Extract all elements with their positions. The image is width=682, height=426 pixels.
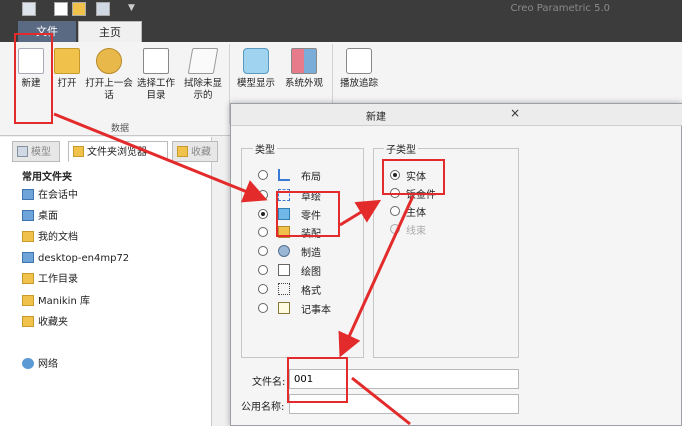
- nav-item-network[interactable]: 网络: [22, 356, 58, 374]
- quick-new-icon[interactable]: [54, 2, 68, 16]
- layout-icon: [278, 169, 290, 181]
- type-radio-notebook[interactable]: [258, 303, 268, 313]
- erase-not-displayed-button[interactable]: 拭除未显示的: [181, 46, 225, 102]
- system-appearance-label: 系统外观: [284, 78, 323, 89]
- type-radio-format[interactable]: [258, 284, 268, 294]
- type-legend: 类型: [253, 141, 277, 156]
- model-display-icon: [243, 48, 269, 74]
- subtype-label-harness: 线束: [406, 226, 426, 237]
- favorites-icon: [22, 316, 34, 327]
- type-label-manufacturing: 制造: [301, 248, 321, 259]
- folder-icon: [22, 273, 34, 284]
- play-trail-icon: [346, 48, 372, 74]
- type-radio-layout[interactable]: [258, 170, 268, 180]
- filename-label: 文件名:: [252, 377, 286, 388]
- folder-browser-icon: [73, 146, 84, 157]
- subtype-radio-bulk[interactable]: [390, 206, 400, 216]
- nav-item-in-session[interactable]: 在会话中: [22, 187, 78, 205]
- erase-not-displayed-label: 拭除未显示的: [183, 78, 222, 101]
- annotation-highlight-part: [276, 191, 340, 237]
- app-logo-icon[interactable]: [22, 2, 36, 16]
- app-title: Creo Parametric 5.0: [510, 3, 610, 14]
- desktop-icon: [22, 210, 34, 221]
- tab-favorites[interactable]: 收藏: [172, 141, 218, 162]
- nav-item-my-documents[interactable]: 我的文档: [22, 229, 78, 247]
- common-name-label: 公用名称:: [241, 402, 285, 413]
- folder-icon: [22, 295, 34, 306]
- subtype-label-bulk: 主体: [406, 208, 426, 219]
- tab-folder-browser[interactable]: 文件夹浏览器: [68, 141, 168, 162]
- common-folders-heading: 常用文件夹: [22, 172, 72, 183]
- select-working-directory-label: 选择工作目录: [136, 78, 175, 101]
- navigator-tabs: 模型 文件夹浏览器 收藏: [12, 141, 218, 162]
- tab-home[interactable]: 主页: [78, 21, 142, 42]
- favorites-tab-icon: [177, 146, 188, 157]
- system-appearance-button[interactable]: 系统外观: [281, 46, 327, 90]
- quick-access-dropdown-icon[interactable]: ▼: [128, 3, 135, 13]
- type-radio-drawing[interactable]: [258, 265, 268, 275]
- open-button[interactable]: 打开: [52, 46, 82, 90]
- format-icon: [278, 283, 290, 295]
- working-directory-icon: [143, 48, 169, 74]
- manufacturing-icon: [278, 245, 290, 257]
- nav-item-desktop[interactable]: 桌面: [22, 208, 58, 226]
- type-radio-sketch[interactable]: [258, 190, 268, 200]
- nav-item-computer[interactable]: desktop-en4mp72: [22, 250, 129, 268]
- open-folder-icon: [54, 48, 80, 74]
- session-icon: [22, 189, 34, 200]
- computer-icon: [22, 252, 34, 263]
- type-label-format: 格式: [301, 286, 321, 297]
- nav-item-manikin-library[interactable]: Manikin 库: [22, 293, 90, 311]
- notebook-icon: [278, 302, 290, 314]
- open-last-session-button[interactable]: 打开上一会话: [85, 46, 133, 102]
- nav-item-favorites[interactable]: 收藏夹: [22, 314, 68, 332]
- type-label-drawing: 绘图: [301, 267, 321, 278]
- annotation-highlight-solid: [382, 159, 445, 195]
- tab-model-tree[interactable]: 模型: [12, 141, 60, 162]
- play-trail-button[interactable]: 播放追踪: [336, 46, 382, 90]
- model-tree-icon: [17, 146, 28, 157]
- type-label-layout: 布局: [301, 172, 321, 183]
- quick-open-icon[interactable]: [72, 2, 86, 16]
- dialog-close-button[interactable]: ×: [510, 106, 520, 120]
- documents-icon: [22, 231, 34, 242]
- dialog-title: 新建: [366, 112, 386, 123]
- subtype-radio-harness: [390, 224, 400, 234]
- annotation-highlight-filename: [287, 357, 348, 403]
- ribbon-group-label: 数据: [111, 124, 130, 134]
- play-trail-label: 播放追踪: [339, 78, 378, 89]
- network-icon: [22, 358, 34, 369]
- subtype-legend: 子类型: [384, 141, 418, 156]
- open-last-session-label: 打开上一会话: [85, 78, 133, 101]
- open-button-label: 打开: [57, 78, 77, 89]
- nav-item-working-directory[interactable]: 工作目录: [22, 271, 78, 289]
- open-last-session-icon: [96, 48, 122, 74]
- type-label-notebook: 记事本: [301, 305, 331, 316]
- annotation-highlight-new: [14, 33, 53, 124]
- type-radio-manufacturing[interactable]: [258, 246, 268, 256]
- dialog-title-bar: [231, 104, 682, 126]
- type-radio-assembly[interactable]: [258, 227, 268, 237]
- type-radio-part[interactable]: [258, 209, 268, 219]
- model-display-label: 模型显示: [236, 78, 275, 89]
- model-display-button[interactable]: 模型显示: [232, 46, 280, 90]
- select-working-directory-button[interactable]: 选择工作目录: [133, 46, 179, 102]
- erase-not-displayed-icon: [187, 48, 219, 74]
- quick-regenerate-icon[interactable]: [96, 2, 110, 16]
- drawing-icon: [278, 264, 290, 276]
- system-appearance-icon: [291, 48, 317, 74]
